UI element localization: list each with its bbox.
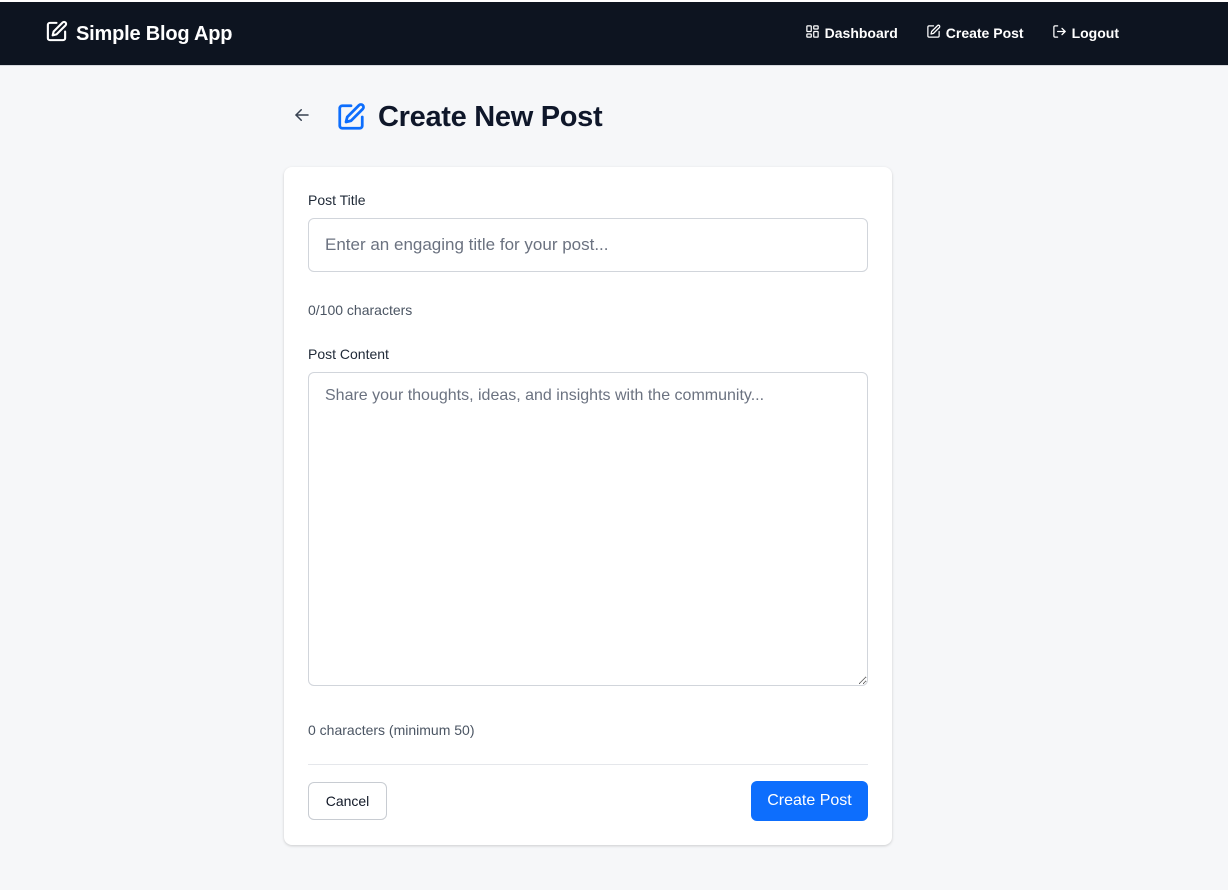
page-header: Create New Post — [290, 98, 603, 136]
logout-icon — [1052, 24, 1067, 42]
content-char-counter: 0 characters (minimum 50) — [308, 722, 475, 738]
brand-label: Simple Blog App — [76, 22, 233, 45]
create-post-form: Post Title 0/100 characters Post Content… — [284, 167, 892, 845]
edit-square-icon — [45, 20, 68, 49]
post-title-input[interactable] — [308, 218, 868, 272]
create-post-button[interactable]: Create Post — [751, 781, 868, 821]
title-char-counter: 0/100 characters — [308, 302, 413, 318]
post-title-label: Post Title — [308, 192, 366, 208]
nav-logout-label: Logout — [1071, 25, 1119, 41]
edit-square-icon — [336, 101, 368, 133]
post-content-textarea[interactable] — [308, 372, 868, 686]
form-divider — [308, 764, 868, 765]
nav-dashboard-label: Dashboard — [824, 25, 898, 41]
cancel-button[interactable]: Cancel — [308, 782, 387, 820]
arrow-left-icon — [293, 106, 311, 129]
nav-links: Dashboard Create Post Logout — [805, 24, 1119, 42]
nav-dashboard-link[interactable]: Dashboard — [805, 24, 898, 42]
nav-create-post-link[interactable]: Create Post — [926, 24, 1024, 42]
back-button[interactable] — [290, 105, 314, 129]
page-title: Create New Post — [378, 100, 603, 133]
nav-create-post-label: Create Post — [945, 25, 1024, 41]
brand-link[interactable]: Simple Blog App — [45, 20, 233, 49]
navbar: Simple Blog App Dashboard Create Post Lo… — [0, 2, 1228, 66]
edit-square-icon — [926, 24, 941, 42]
dashboard-grid-icon — [805, 24, 820, 42]
post-content-label: Post Content — [308, 346, 389, 362]
nav-logout-link[interactable]: Logout — [1052, 24, 1119, 42]
